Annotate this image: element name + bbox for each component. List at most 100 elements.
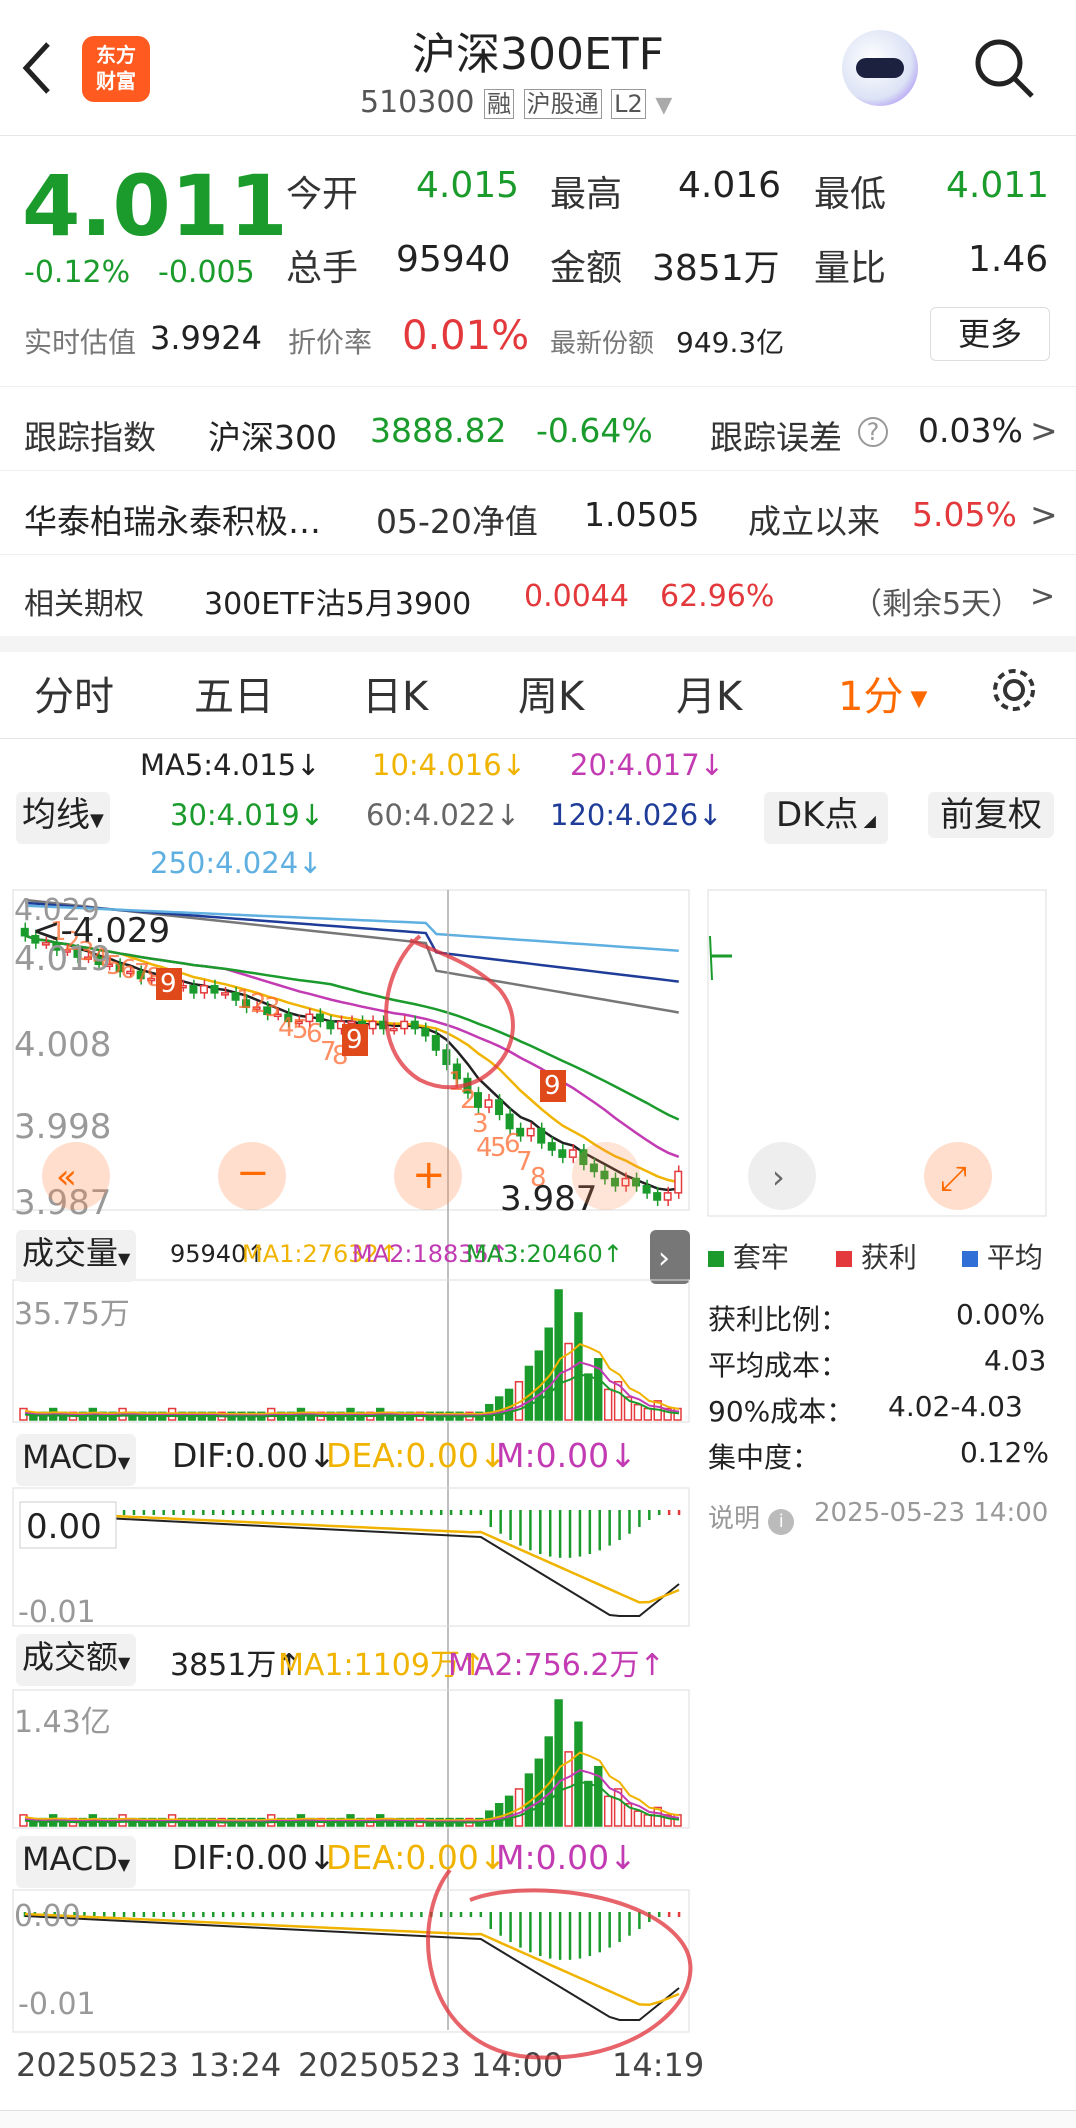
subtitle: 510300 融 沪股通 L2 ▼	[360, 84, 672, 120]
macd2-selector-label: MACD	[22, 1840, 118, 1878]
corner-icon: ◢	[858, 811, 876, 830]
volume-ma3: MA3:20460↑	[466, 1240, 623, 1268]
tab-monthly-k[interactable]: 月K	[676, 664, 742, 722]
y-tick: 4.008	[14, 1025, 111, 1065]
amount-label: 金额	[550, 248, 623, 289]
chip-note-link[interactable]: 说明 i	[708, 1498, 795, 1535]
candle	[653, 1192, 662, 1201]
change-amount: -0.005	[158, 255, 255, 290]
tab-1min[interactable]: 1分 ▼	[838, 664, 927, 722]
volume-bar	[643, 1407, 653, 1421]
td-label: 9	[544, 1071, 561, 1101]
expand-panel-button[interactable]	[650, 1230, 690, 1284]
volume-bar	[554, 1289, 563, 1421]
candle	[537, 1127, 546, 1144]
macd-tick: -0.01	[18, 1595, 96, 1630]
x-label: 20250523 13:24	[16, 2046, 281, 2084]
rewind-icon: «	[56, 1157, 77, 1197]
macd-tick: 0.00	[26, 1507, 102, 1547]
amount-selector[interactable]: 成交额▼	[16, 1634, 137, 1686]
legend-average: 平均	[962, 1236, 1043, 1276]
cost90-label: 90%成本：	[708, 1395, 855, 1428]
tab-five-day[interactable]: 五日	[194, 664, 274, 722]
open-label: 今开	[286, 174, 359, 215]
low-label: 最低	[814, 174, 887, 215]
more-button[interactable]: 更多	[930, 307, 1050, 361]
macd2-selector[interactable]: MACD▼	[16, 1836, 137, 1888]
volume-bar	[574, 1312, 583, 1421]
legend-profit-label: 获利	[860, 1241, 917, 1274]
concentration-label: 集中度：	[708, 1441, 821, 1474]
amount-bar	[633, 1810, 643, 1827]
option-row[interactable]: 相关期权 300ETF沽5月3900 0.0044 62.96% （剩余5天） …	[0, 554, 1076, 638]
avg-cost-label: 平均成本：	[708, 1349, 849, 1382]
chevron-right-icon[interactable]: >	[1030, 579, 1055, 614]
annotation-circle	[426, 1868, 693, 2060]
td-label: 9	[346, 1025, 363, 1055]
fund-row[interactable]: 华泰柏瑞永泰积极… 05-20净值 1.0505 成立以来 5.05% >	[0, 470, 1076, 554]
amount-bar	[504, 1795, 514, 1827]
volume-bar	[584, 1373, 593, 1421]
candle	[410, 1020, 419, 1030]
ma10-value: 10:4.016↓	[372, 748, 526, 782]
ma120-value: 120:4.026↓	[550, 798, 723, 832]
macd2-tick: 0.00	[14, 1899, 81, 1934]
track-index-pct: -0.64%	[536, 411, 653, 450]
legend-profit: 获利	[836, 1236, 917, 1276]
amount-bar	[494, 1803, 504, 1827]
track-error-label: 跟踪误差	[710, 418, 842, 457]
open-value: 4.015	[416, 165, 520, 206]
adjust-button[interactable]: 前复权	[928, 792, 1054, 838]
track-index-name: 沪深300	[208, 418, 337, 457]
divider	[0, 636, 1076, 652]
macd-dif: DIF:0.00↓	[172, 1436, 336, 1475]
chevron-right-icon[interactable]: >	[1030, 411, 1058, 450]
avg-line-button[interactable]: 均线▼	[16, 792, 110, 844]
volume-selector[interactable]: 成交量▼	[16, 1230, 137, 1282]
macd2-dif: DIF:0.00↓	[172, 1838, 336, 1877]
dropdown-icon[interactable]: ▼	[655, 93, 672, 118]
tab-timeshare[interactable]: 分时	[34, 664, 114, 722]
robot-avatar-icon[interactable]	[842, 30, 918, 106]
ma5-value: MA5:4.015↓	[140, 748, 321, 782]
volume-label: 总手	[286, 248, 359, 289]
avg-cost-value: 4.03	[984, 1344, 1047, 1377]
help-icon[interactable]: ?	[858, 417, 888, 447]
chevron-right-icon[interactable]: >	[1030, 495, 1058, 534]
minus-icon: −	[236, 1150, 270, 1196]
track-label: 跟踪指数	[24, 418, 156, 457]
avg-line-label: 均线	[22, 795, 90, 835]
dk-point-button[interactable]: DK点 ◢	[764, 792, 888, 844]
high-marker: <-4.029	[32, 911, 170, 951]
tab-weekly-k[interactable]: 周K	[518, 664, 584, 722]
forward-button[interactable]	[572, 1142, 640, 1210]
candle	[389, 1027, 398, 1032]
concentration-value: 0.12%	[960, 1436, 1049, 1469]
search-icon[interactable]	[972, 36, 1036, 100]
tab-daily-k[interactable]: 日K	[362, 664, 428, 722]
macd-m: M:0.00↓	[496, 1436, 637, 1475]
legend-trapped: 套牢	[708, 1236, 789, 1276]
since-value: 5.05%	[912, 495, 1017, 534]
legend-swatch	[708, 1251, 724, 1267]
track-index-row[interactable]: 跟踪指数 沪深300 3888.82 -0.64% 跟踪误差 ? 0.03% >	[0, 386, 1076, 470]
cost90-value: 4.02-4.03	[888, 1390, 1023, 1423]
candle	[568, 1149, 577, 1158]
quote-panel: 4.011 -0.12% -0.005 今开 4.015 最高 4.016 最低…	[0, 137, 1076, 387]
plus-icon: +	[412, 1152, 446, 1198]
amount-selector-label: 成交额	[22, 1638, 119, 1676]
macd-dea: DEA:0.00↓	[326, 1436, 507, 1475]
option-price: 0.0044	[524, 579, 629, 614]
macd-selector[interactable]: MACD▼	[16, 1434, 137, 1486]
dropdown-icon: ▼	[903, 686, 928, 712]
settings-gear-icon[interactable]	[986, 662, 1042, 718]
macd2-histogram	[23, 1912, 681, 2021]
candle	[526, 1127, 535, 1137]
amount-bar	[584, 1780, 593, 1827]
option-name: 300ETF沽5月3900	[204, 587, 472, 622]
volume-value: 95940	[396, 239, 511, 280]
iopv-value: 3.9924	[150, 319, 262, 357]
candle	[663, 1192, 672, 1201]
volume-bar	[603, 1388, 613, 1421]
change-percent: -0.12%	[24, 255, 131, 290]
